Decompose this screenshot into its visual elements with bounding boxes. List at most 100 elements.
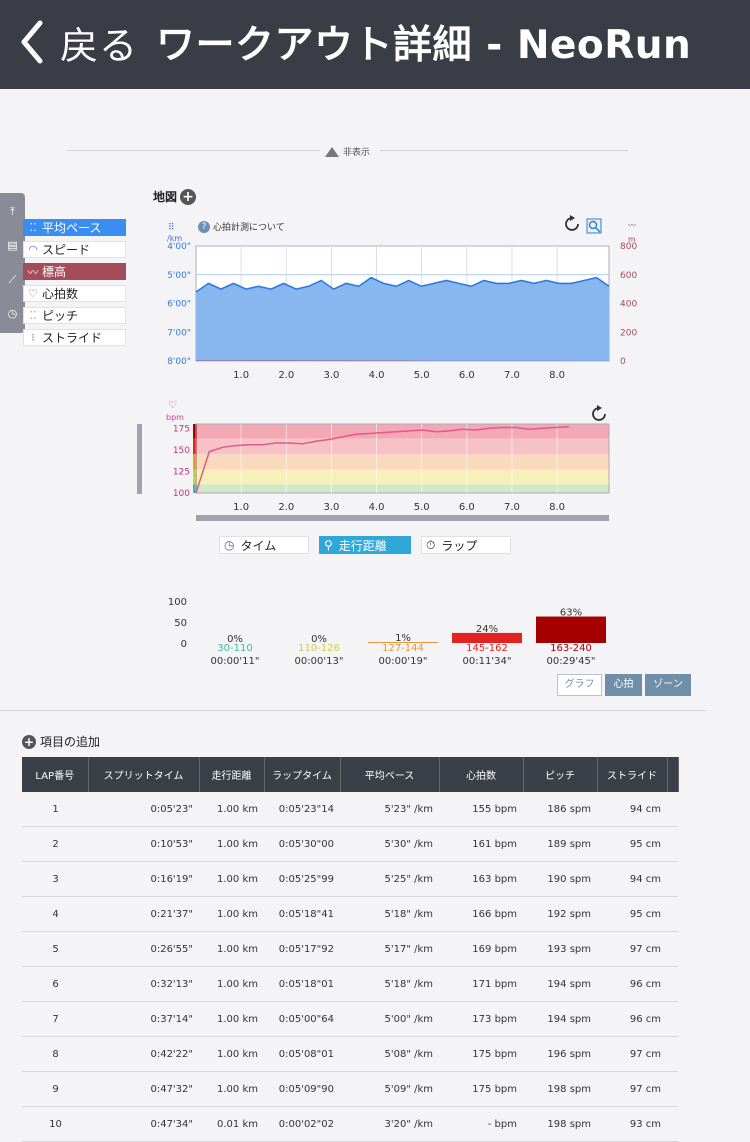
back-label: 戻る bbox=[60, 23, 139, 68]
zone-range-label: 30-110 bbox=[217, 643, 252, 654]
pace-tick-label: 8'00" bbox=[167, 357, 191, 367]
table-cell: 196 spm bbox=[523, 1036, 597, 1072]
zone-y-tick-label: 100 bbox=[168, 597, 187, 608]
mode-time-button[interactable]: ◷ タイム bbox=[219, 536, 309, 554]
back-button[interactable]: 戻る bbox=[20, 12, 138, 72]
table-cell: 2 bbox=[22, 826, 88, 862]
column-header[interactable]: スプリットタイム bbox=[88, 757, 200, 792]
x-tick-label: 7.0 bbox=[504, 370, 520, 381]
table-cell: 1.00 km bbox=[199, 931, 264, 967]
column-header[interactable]: LAP番号 bbox=[22, 757, 89, 792]
pace-tick-label: 5'00" bbox=[167, 271, 191, 281]
column-header[interactable]: ラップタイム bbox=[264, 757, 341, 792]
hr-zone-band bbox=[196, 454, 609, 470]
table-cell: 1.00 km bbox=[199, 1001, 264, 1037]
zoom-icon[interactable] bbox=[586, 218, 602, 234]
triangle-up-icon bbox=[325, 146, 339, 157]
table-cell: 0:05'00"64 bbox=[264, 1001, 340, 1037]
table-cell: 5'09" /km bbox=[340, 1071, 439, 1107]
zone-time-label: 00:00'11" bbox=[211, 656, 260, 667]
table-header-row: LAP番号 スプリットタイム 走行距離 ラップタイム 平均ペース 心拍数 ピッチ ストライド bbox=[22, 757, 679, 792]
table-cell-extra bbox=[667, 792, 678, 827]
chevron-left-icon bbox=[21, 20, 43, 64]
x-tick-label: 6.0 bbox=[459, 370, 475, 381]
table-cell: 0:05'09"90 bbox=[264, 1071, 340, 1107]
table-body: 1 0:05'23" 1.00 km 0:05'23"14 5'23" /km 155 b… bbox=[22, 792, 678, 1142]
zone-range-label: 163-240 bbox=[550, 643, 592, 654]
table-cell: 5'18" /km bbox=[340, 896, 439, 932]
mode-lap-button[interactable]: ⏱ ラップ bbox=[421, 536, 511, 554]
column-header[interactable]: ピッチ bbox=[523, 757, 598, 792]
zone-button[interactable]: ゾーン bbox=[645, 674, 691, 696]
table-cell: 5 bbox=[22, 931, 88, 967]
hr-unit: bpm bbox=[166, 413, 184, 422]
table-cell: 1.00 km bbox=[199, 1036, 264, 1072]
table-cell: 5'25" /km bbox=[340, 861, 439, 897]
app-header: 戻る ワークアウト詳細 - NeoRun bbox=[0, 0, 750, 89]
zone-range-label: 110-126 bbox=[298, 643, 340, 654]
table-cell: - bpm bbox=[439, 1106, 523, 1142]
heart-rate-chart: ♡ bpm 175 150 125 100 1.0 2.0 3.0 4.0 5.0 6.0 7.0… bbox=[137, 400, 610, 521]
refresh-icon[interactable] bbox=[592, 405, 606, 421]
table-row[interactable]: 4 0:21'37" 1.00 km 0:05'18"41 5'18" /km 166 b… bbox=[22, 896, 678, 932]
table-cell: 0:05'30"00 bbox=[264, 826, 340, 862]
table-row[interactable]: 8 0:42'22" 1.00 km 0:05'08"01 5'08" /km 175 b… bbox=[22, 1036, 678, 1072]
table-row[interactable]: 10 0:47'34" 0.01 km 0:00'02"02 3'20" /km - bp… bbox=[22, 1106, 678, 1142]
x-tick-label: 5.0 bbox=[414, 370, 430, 381]
hr-scroll-handle[interactable] bbox=[137, 424, 142, 494]
heart-rate-button[interactable]: 心拍 bbox=[605, 674, 642, 696]
add-item-label: 項目の追加 bbox=[40, 735, 101, 749]
x-tick-label: 7.0 bbox=[504, 502, 520, 513]
table-cell: 0:47'32" bbox=[88, 1071, 199, 1107]
table-row[interactable]: 9 0:47'32" 1.00 km 0:05'09"90 5'09" /km 175 b… bbox=[22, 1071, 678, 1107]
graph-button[interactable]: グラフ bbox=[557, 674, 602, 696]
table-cell: 1.00 km bbox=[199, 861, 264, 897]
zone-percent-label: 24% bbox=[476, 624, 498, 635]
table-cell: 96 cm bbox=[597, 966, 667, 1002]
table-cell: 1.00 km bbox=[199, 826, 264, 862]
table-cell: 0:32'13" bbox=[88, 966, 199, 1002]
hr-zone-band bbox=[196, 438, 609, 455]
column-header[interactable]: ストライド bbox=[597, 757, 668, 792]
x-tick-label: 8.0 bbox=[549, 370, 565, 381]
pace-tick-label: 4'00" bbox=[167, 242, 191, 252]
hr-zone-chart: 100500 0%30-11000:00'11"0%110-12600:00'1… bbox=[168, 597, 606, 667]
add-item-button[interactable]: + 項目の追加 bbox=[22, 733, 100, 750]
elevation-tick-label: 400 bbox=[620, 300, 637, 310]
zone-time-label: 00:29'45" bbox=[547, 656, 596, 667]
zone-range-label: 127-144 bbox=[382, 643, 424, 654]
column-header[interactable]: 平均ペース bbox=[340, 757, 440, 792]
table-row[interactable]: 1 0:05'23" 1.00 km 0:05'23"14 5'23" /km 155 b… bbox=[22, 792, 678, 827]
table-cell: 1.00 km bbox=[199, 1071, 264, 1107]
table-row[interactable]: 5 0:26'55" 1.00 km 0:05'17"92 5'17" /km 169 b… bbox=[22, 931, 678, 967]
collapse-toggle[interactable]: 非表示 bbox=[325, 145, 370, 158]
table-cell: 0:21'37" bbox=[88, 896, 199, 932]
lap-table: LAP番号 スプリットタイム 走行距離 ラップタイム 平均ペース 心拍数 ピッチ ストライド … bbox=[22, 757, 679, 1142]
table-cell: 97 cm bbox=[597, 931, 667, 967]
column-header[interactable]: 心拍数 bbox=[439, 757, 524, 792]
table-cell: 94 cm bbox=[597, 792, 667, 827]
table-cell: 192 spm bbox=[523, 896, 597, 932]
mode-distance-button[interactable]: ⚲ 走行距離 bbox=[319, 536, 411, 554]
hr-zone-band bbox=[196, 484, 609, 493]
table-row[interactable]: 7 0:37'14" 1.00 km 0:05'00"64 5'00" /km 173 b… bbox=[22, 1001, 678, 1037]
column-header[interactable]: 走行距離 bbox=[199, 757, 265, 792]
heart-icon: ♡ bbox=[168, 400, 177, 411]
zone-time-label: 00:00'13" bbox=[295, 656, 344, 667]
table-cell: 97 cm bbox=[597, 1036, 667, 1072]
table-row[interactable]: 3 0:16'19" 1.00 km 0:05'25"99 5'25" /km 163 b… bbox=[22, 861, 678, 897]
page-title: ワークアウト詳細 - NeoRun bbox=[156, 23, 692, 68]
table-row[interactable]: 6 0:32'13" 1.00 km 0:05'18"01 5'18" /km 171 b… bbox=[22, 966, 678, 1002]
table-cell: 190 spm bbox=[523, 861, 597, 897]
table-cell-extra bbox=[667, 1106, 678, 1142]
table-cell: 5'30" /km bbox=[340, 826, 439, 862]
x-tick-label: 5.0 bbox=[414, 502, 430, 513]
refresh-icon[interactable] bbox=[565, 215, 579, 231]
table-cell: 198 spm bbox=[523, 1071, 597, 1107]
table-cell: 5'23" /km bbox=[340, 792, 439, 827]
divider-left bbox=[67, 150, 320, 151]
table-row[interactable]: 2 0:10'53" 1.00 km 0:05'30"00 5'30" /km 161 b… bbox=[22, 826, 678, 862]
x-range-scrollbar[interactable] bbox=[196, 515, 609, 521]
plus-icon: + bbox=[22, 734, 36, 749]
table-cell: 166 bpm bbox=[439, 896, 523, 932]
